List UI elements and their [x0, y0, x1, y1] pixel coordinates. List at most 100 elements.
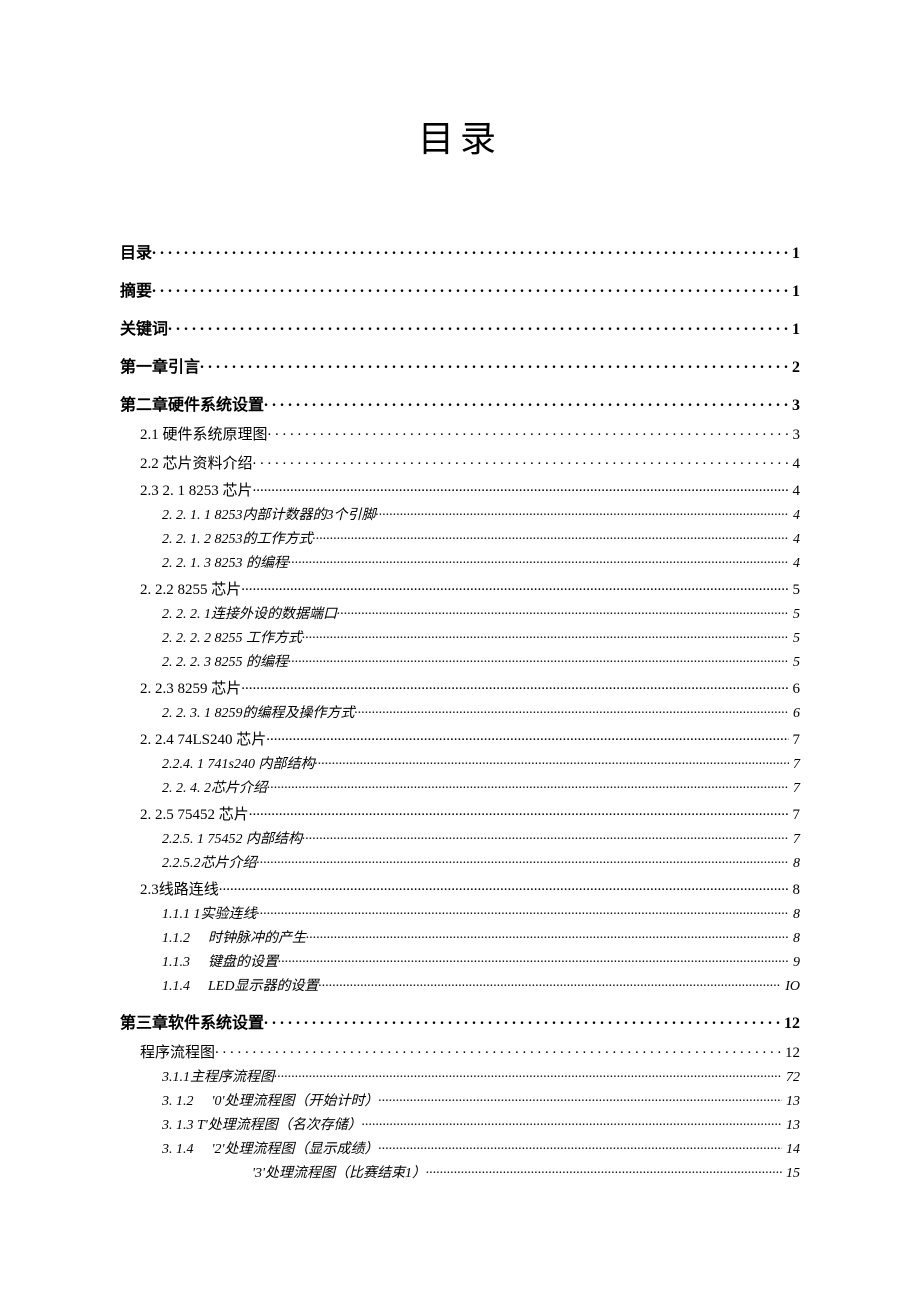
toc-text: 键盘的设置: [208, 955, 278, 970]
toc-leader-dots: [200, 356, 788, 372]
toc-entry: 3.1.1主程序流程图72: [120, 1067, 800, 1085]
toc-label: 2.2 芯片资料介绍: [140, 457, 253, 472]
toc-page-number: 12: [780, 1016, 800, 1032]
toc-page-number: 9: [789, 956, 800, 970]
toc-number: 3. 1.4: [162, 1142, 194, 1157]
toc-page-number: 4: [789, 509, 800, 523]
toc-label: 程序流程图: [140, 1046, 215, 1061]
toc-leader-dots: [379, 1139, 783, 1153]
toc-leader-dots: [314, 754, 789, 768]
toc-page-number: 8: [789, 932, 800, 946]
toc-entry: 2. 2. 1. 2 8253的工作方式 4: [120, 529, 800, 547]
toc-label: 2. 2. 4. 2芯片介绍: [162, 782, 267, 796]
toc-label: 2.3 2. 1 8253 芯片: [140, 484, 253, 499]
toc-leader-dots: [302, 829, 789, 843]
toc-page-number: 72: [782, 1071, 800, 1085]
toc-page-number: 8: [789, 908, 800, 922]
toc-page-number: 5: [789, 632, 800, 646]
toc-entry: 2. 2.5 75452 芯片7: [120, 804, 800, 823]
toc-number: 1.1.2: [162, 931, 190, 946]
toc-text: '0'处理流程图（开始计时）: [212, 1094, 379, 1109]
toc-label: 目录: [120, 246, 152, 262]
toc-leader-dots: [337, 604, 789, 618]
toc-leader-dots: [274, 1067, 782, 1081]
toc-leader-dots: [318, 976, 781, 990]
toc-leader-dots: [302, 628, 789, 642]
toc-entry: 2. 2. 2. 3 8255 的编程5: [120, 652, 800, 670]
toc-page-number: 6: [789, 707, 800, 721]
toc-leader-dots: [253, 453, 789, 468]
toc-leader-dots: [168, 318, 788, 334]
toc-page-number: 1: [788, 322, 800, 338]
toc-label: 关键词: [120, 322, 168, 338]
toc-entry: 第一章引言 2: [120, 356, 800, 376]
toc-leader-dots: [219, 879, 789, 894]
toc-label: 2.2.5. 1 75452 内部结构: [162, 833, 302, 847]
toc-page-number: 1: [788, 284, 800, 300]
toc-entry: 2.2.5.2芯片介绍8: [120, 853, 800, 871]
toc-entry: 程序流程图 12: [120, 1042, 800, 1061]
toc-leader-dots: [362, 1115, 782, 1129]
toc-entry: 2. 2.4 74LS240 芯片7: [120, 729, 800, 748]
toc-entry: 3. 1.2'0'处理流程图（开始计时）13: [120, 1091, 800, 1109]
toc-page-number: 5: [789, 656, 800, 670]
toc-label: '3'处理流程图（比赛结束1）: [162, 1167, 426, 1181]
toc-label: 第三章软件系统设置: [120, 1016, 264, 1032]
toc-page-number: 13: [782, 1119, 800, 1133]
toc-label: 2. 2. 2. 2 8255 工作方式: [162, 632, 302, 646]
toc-entry: 2.2.5. 1 75452 内部结构 7: [120, 829, 800, 847]
toc-leader-dots: [253, 480, 789, 495]
toc-entry: '3'处理流程图（比赛结束1） 15: [120, 1163, 800, 1181]
toc-leader-dots: [313, 529, 790, 543]
toc-label: 2.2.5.2芯片介绍: [162, 857, 257, 871]
toc-page-number: 3: [789, 428, 801, 443]
toc-text: 时钟脉冲的产生: [208, 931, 306, 946]
toc-entry: 2.3线路连线8: [120, 879, 800, 898]
toc-page-number: 6: [789, 682, 801, 697]
toc-label: 3. 1.3 T'处理流程图（名次存储）: [162, 1119, 362, 1133]
toc-entry: 1.1.1 1实验连线8: [120, 904, 800, 922]
toc-leader-dots: [241, 678, 788, 693]
toc-leader-dots: [306, 928, 789, 942]
toc-entry: 2. 2. 2. 2 8255 工作方式 5: [120, 628, 800, 646]
toc-page-number: 12: [781, 1046, 800, 1061]
toc-entry: 2. 2. 1. 1 8253内部计数器的3个引脚4: [120, 505, 800, 523]
toc-entry: 1.1.2 时钟脉冲的产生 8: [120, 928, 800, 946]
toc-page-number: 1: [788, 246, 800, 262]
toc-label: 2. 2.5 75452 芯片: [140, 808, 249, 823]
toc-page-number: 15: [782, 1167, 800, 1181]
toc-entry: 3. 1.4 '2'处理流程图（显示成绩） 14: [120, 1139, 800, 1157]
toc-label: 2. 2.2 8255 芯片: [140, 583, 241, 598]
toc-leader-dots: [215, 1042, 781, 1057]
toc-page-number: 5: [789, 608, 800, 622]
toc-label: 2. 2. 2. 1连接外设的数据端口: [162, 608, 337, 622]
toc-leader-dots: [288, 553, 789, 567]
toc-entry: 1.1.3 键盘的设置 9: [120, 952, 800, 970]
toc-page-number: 4: [789, 557, 800, 571]
toc-page-number: 7: [789, 833, 800, 847]
toc-text: '2'处理流程图（显示成绩）: [212, 1142, 379, 1157]
toc-label: 3. 1.2 '0'处理流程图（开始计时）: [162, 1095, 379, 1109]
document-page: 目录 目录1摘要1关键词1第一章引言2第二章硬件系统设置32.1 硬件系统原理图…: [0, 0, 920, 1301]
toc-page-number: 4: [789, 533, 800, 547]
toc-leader-dots: [379, 1091, 783, 1105]
toc-entry: 2.1 硬件系统原理图3: [120, 424, 800, 443]
toc-label: 1.1.4LED显示器的设置: [162, 980, 318, 994]
toc-number: 1.1.3: [162, 955, 190, 970]
toc-text: LED显示器的设置: [208, 979, 318, 994]
toc-label: 第一章引言: [120, 360, 200, 376]
toc-page-number: 4: [789, 484, 801, 499]
toc-leader-dots: [257, 853, 790, 867]
toc-page-number: 7: [789, 758, 800, 772]
toc-label: 2. 2. 1. 2 8253的工作方式: [162, 533, 313, 547]
toc-label: 2.2.4. 1 741s240 内部结构: [162, 758, 314, 772]
toc-label: 2. 2. 1. 3 8253 的编程: [162, 557, 288, 571]
toc-page-number: 2: [788, 360, 800, 376]
toc-entry: 第二章硬件系统设置3: [120, 394, 800, 414]
toc-page-number: 8: [789, 883, 801, 898]
toc-number: 3. 1.2: [162, 1094, 194, 1109]
toc-leader-dots: [355, 703, 790, 717]
toc-leader-dots: [152, 280, 788, 296]
toc-page-number: 4: [789, 457, 801, 472]
toc-page-number: 14: [782, 1143, 800, 1157]
